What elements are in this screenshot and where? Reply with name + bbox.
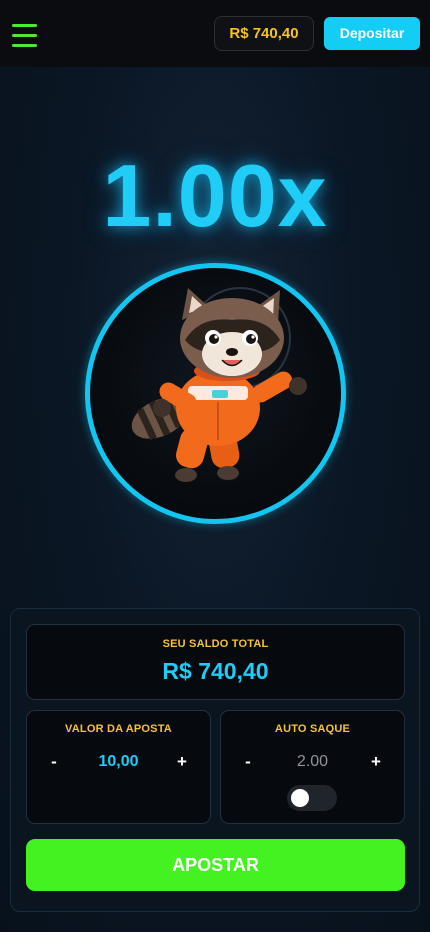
bet-decrease-button[interactable]: -: [42, 750, 66, 774]
place-bet-button[interactable]: APOSTAR: [26, 839, 405, 891]
bet-amount-label: VALOR DA APOSTA: [65, 723, 172, 735]
total-balance-value: R$ 740,40: [162, 658, 269, 684]
raccoon-astronaut-mascot: [131, 287, 307, 482]
auto-cashout-decrease-button[interactable]: -: [236, 750, 260, 774]
menu-line: [12, 44, 37, 47]
betting-panel: SEU SALDO TOTAL R$ 740,40 VALOR DA APOST…: [10, 608, 420, 912]
auto-cashout-toggle[interactable]: [287, 785, 337, 811]
total-balance-card: SEU SALDO TOTAL R$ 740,40: [26, 624, 405, 700]
bet-amount-card: VALOR DA APOSTA - 10,00 +: [26, 710, 211, 824]
bet-increase-button[interactable]: +: [170, 750, 194, 774]
header-balance: R$ 740,40: [214, 16, 314, 51]
multiplier-display: 1.00x: [102, 146, 328, 245]
menu-line: [12, 24, 37, 27]
toggle-knob: [291, 789, 309, 807]
auto-cashout-label: AUTO SAQUE: [274, 723, 351, 735]
menu-line: [12, 34, 37, 37]
auto-cashout-value[interactable]: 2.00: [261, 750, 364, 774]
auto-cashout-increase-button[interactable]: +: [364, 750, 388, 774]
auto-cashout-card: AUTO SAQUE - 2.00 +: [220, 710, 405, 824]
total-balance-label: SEU SALDO TOTAL: [162, 638, 269, 650]
bet-amount-value[interactable]: 10,00: [67, 750, 170, 774]
top-bar: R$ 740,40 Depositar: [0, 0, 430, 67]
game-circle: [85, 263, 346, 524]
hamburger-menu-icon[interactable]: [12, 24, 37, 47]
deposit-button[interactable]: Depositar: [324, 17, 420, 50]
